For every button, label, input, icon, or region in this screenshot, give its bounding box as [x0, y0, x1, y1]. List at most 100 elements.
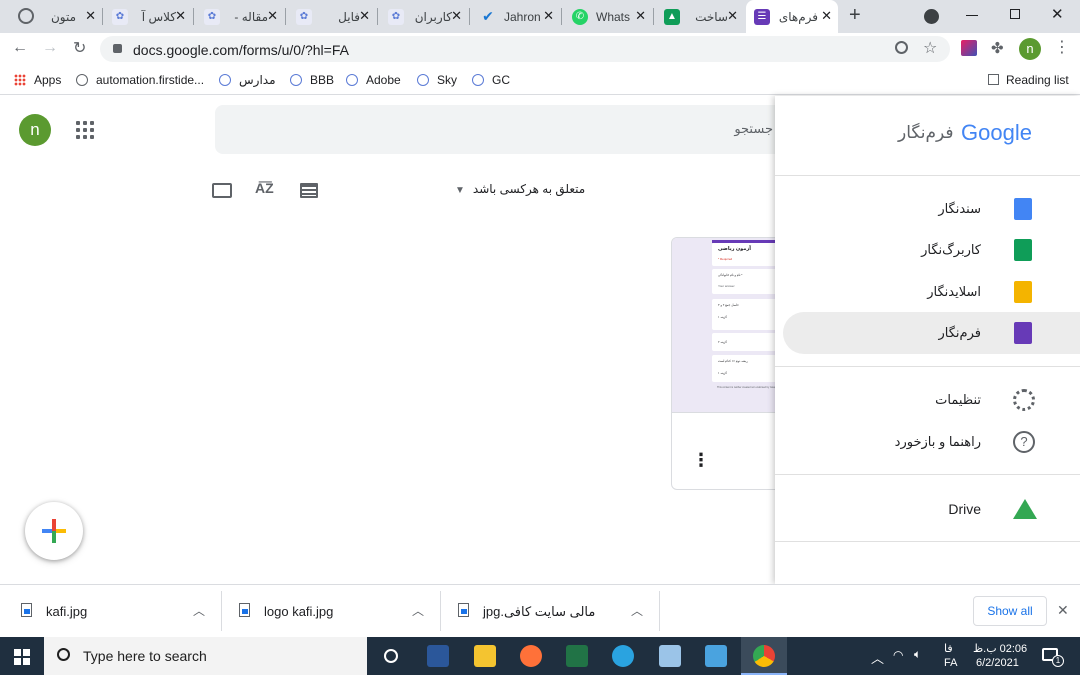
new-tab-button[interactable]: + — [849, 4, 861, 27]
bookmark-bbb[interactable]: BBB — [290, 73, 334, 87]
tab-2[interactable]: ✿ کلاس آ ✕ — [104, 0, 192, 33]
avatar[interactable]: n — [19, 114, 51, 146]
chrome-icon[interactable] — [753, 645, 775, 667]
globe-icon — [76, 74, 88, 86]
drawer-item-docs[interactable]: سندنگار — [783, 188, 1063, 230]
slides-icon — [1014, 281, 1032, 303]
windows-taskbar: Type here to search ︿ ◠ 🔈︎ فا FA 02:06 ب… — [0, 637, 1080, 675]
tab-favicon: ✿ — [112, 8, 128, 25]
more-options-icon[interactable]: ⋮ — [692, 450, 710, 471]
profile-avatar[interactable]: n — [1019, 38, 1041, 60]
word-icon[interactable] — [427, 645, 449, 667]
bookmark-icon — [346, 74, 358, 86]
minimize-button[interactable] — [966, 15, 978, 16]
app-icon[interactable] — [705, 645, 727, 667]
task-view-icon[interactable] — [384, 649, 398, 663]
notepad-icon[interactable] — [659, 645, 681, 667]
drawer-item-sheets[interactable]: کاربرگ‌نگار — [783, 229, 1063, 271]
close-icon[interactable]: ✕ — [85, 8, 96, 24]
drawer-item-help[interactable]: راهنما و بازخورد ? — [783, 421, 1063, 463]
drawer-item-slides[interactable]: اسلایدنگار — [783, 271, 1063, 313]
drawer-item-settings[interactable]: تنظیمات — [783, 379, 1063, 421]
download-item[interactable]: مالی سایت کافی.jpg ︿ — [441, 585, 659, 637]
puzzle-icon[interactable]: ✤ — [991, 39, 1004, 57]
create-form-button[interactable] — [25, 502, 83, 560]
extension-icon[interactable] — [961, 40, 977, 56]
owner-filter-dropdown[interactable]: ▼ متعلق به هرکسی باشد — [455, 182, 585, 196]
telegram-icon[interactable] — [612, 645, 634, 667]
url-text: docs.google.com/forms/u/0/?hl=FA — [133, 42, 349, 58]
reading-list[interactable]: Reading list — [988, 73, 1069, 87]
search-input[interactable]: جستجو — [215, 105, 795, 154]
help-icon: ? — [1013, 431, 1035, 453]
folder-icon[interactable] — [212, 183, 232, 198]
docs-icon — [1014, 198, 1032, 220]
google-apps-icon[interactable] — [76, 121, 94, 139]
bookmark-apps[interactable]: Apps — [14, 73, 61, 87]
bookmark-gc[interactable]: GC — [472, 73, 510, 87]
taskbar-search-input[interactable]: Type here to search — [44, 637, 367, 675]
volume-icon[interactable]: 🔈︎ — [914, 647, 921, 662]
form-card[interactable]: آزمون ریاضی * Required * نام و نام خانوا… — [671, 237, 791, 490]
close-window-button[interactable]: ✕ — [1051, 5, 1064, 23]
show-all-button[interactable]: Show all — [973, 596, 1047, 626]
chrome-menu-icon[interactable] — [18, 8, 34, 24]
file-explorer-icon[interactable] — [474, 645, 496, 667]
bookmark-sky[interactable]: Sky — [417, 73, 457, 87]
chevron-up-icon[interactable]: ︿ — [871, 648, 884, 667]
back-icon[interactable]: ← — [12, 39, 28, 57]
tab-1[interactable]: متون ✕ — [42, 0, 102, 33]
list-view-icon[interactable] — [300, 183, 318, 198]
close-icon[interactable]: ✕ — [267, 8, 278, 24]
firefox-icon[interactable] — [520, 645, 542, 667]
bookmark-icon — [290, 74, 302, 86]
bookmark-adobe[interactable]: Adobe — [346, 73, 401, 87]
maximize-button[interactable] — [1010, 9, 1020, 19]
more-menu-icon[interactable]: ⋮ — [1054, 37, 1070, 57]
bookmarks-bar: Apps automation.firstide... مدارس BBB Ad… — [0, 65, 1080, 95]
tab-4[interactable]: ✿ فایل ✕ — [288, 0, 376, 33]
zoom-icon[interactable] — [895, 41, 908, 54]
address-bar[interactable]: docs.google.com/forms/u/0/?hl=FA ☆ — [100, 36, 950, 62]
lock-icon[interactable] — [113, 44, 122, 53]
close-icon[interactable]: ✕ — [451, 8, 462, 24]
bookmark-icon — [219, 74, 231, 86]
forward-icon[interactable]: → — [42, 39, 58, 57]
close-icon[interactable]: ✕ — [821, 8, 832, 24]
whatsapp-icon: ✆ — [572, 8, 588, 25]
reload-icon[interactable]: ↻ — [73, 38, 86, 58]
close-downloads-icon[interactable]: ✕ — [1057, 602, 1069, 619]
close-icon[interactable]: ✕ — [727, 8, 738, 24]
chevron-up-icon[interactable]: ︿ — [193, 602, 205, 619]
close-icon[interactable]: ✕ — [635, 8, 646, 24]
sort-az-icon[interactable]: A͞Z — [255, 180, 274, 196]
tab-8[interactable]: ▲ ساخت ✕ — [656, 0, 744, 33]
form-thumbnail: آزمون ریاضی * Required * نام و نام خانوا… — [672, 238, 790, 413]
tab-9-active[interactable]: ☰ فرم‌های ✕ — [746, 0, 838, 33]
download-item[interactable]: kafi.jpg ︿ — [0, 585, 220, 637]
tab-3[interactable]: ✿ مقاله - ✕ — [196, 0, 284, 33]
bookmark-madares[interactable]: مدارس — [219, 73, 276, 87]
file-icon — [458, 603, 469, 617]
tab-5[interactable]: ✿ کاربران ✕ — [380, 0, 468, 33]
drawer-item-drive[interactable]: Drive — [783, 488, 1063, 530]
tab-7[interactable]: ✆ Whats ✕ — [564, 0, 652, 33]
bookmark-automation[interactable]: automation.firstide... — [76, 73, 204, 87]
chevron-up-icon[interactable]: ︿ — [631, 602, 643, 619]
drawer-item-forms[interactable]: فرم‌نگار — [783, 312, 1080, 354]
star-icon[interactable]: ☆ — [923, 38, 937, 58]
forms-icon: ☰ — [754, 8, 770, 25]
tab-6[interactable]: ✔ Jahron ✕ — [472, 0, 560, 33]
close-icon[interactable]: ✕ — [175, 8, 186, 24]
close-icon[interactable]: ✕ — [543, 8, 554, 24]
tab-search-icon[interactable] — [924, 9, 939, 24]
browser-toolbar: ← → ↻ docs.google.com/forms/u/0/?hl=FA ☆… — [0, 33, 1080, 65]
download-item[interactable]: logo kafi.jpg ︿ — [222, 585, 440, 637]
chevron-up-icon[interactable]: ︿ — [412, 602, 424, 619]
windows-start-icon[interactable] — [14, 649, 30, 665]
close-icon[interactable]: ✕ — [359, 8, 370, 24]
wifi-icon[interactable]: ◠ — [893, 648, 903, 662]
downloads-bar: kafi.jpg ︿ logo kafi.jpg ︿ مالی سایت کاف… — [0, 584, 1080, 637]
product-name: فرم‌نگار — [898, 123, 954, 142]
excel-icon[interactable] — [566, 645, 588, 667]
